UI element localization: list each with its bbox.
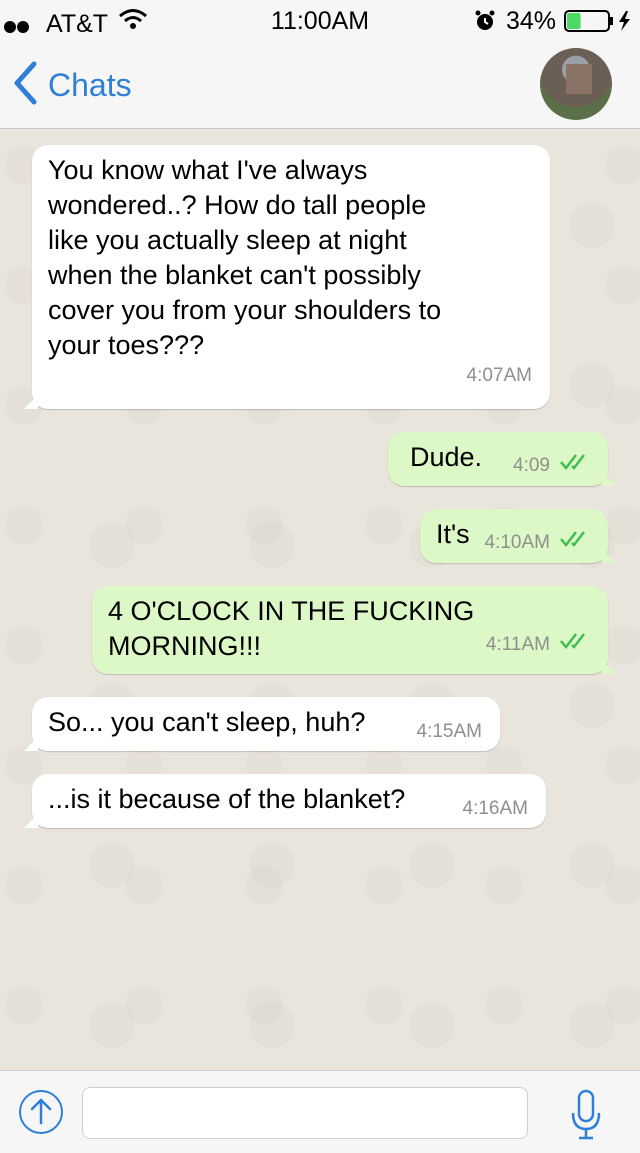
message-time: 4:11AM: [485, 634, 550, 655]
composer-bar: [0, 1070, 640, 1153]
message-bubble-outgoing[interactable]: Dude. 4:09: [388, 432, 616, 486]
message-time: 4:10AM: [484, 532, 550, 553]
microphone-icon[interactable]: [570, 1089, 602, 1141]
bubble-tail: [602, 549, 616, 563]
contact-avatar[interactable]: [540, 48, 612, 120]
double-check-icon: [560, 525, 590, 560]
message-time: 4:16AM: [462, 798, 528, 819]
battery-charging-icon: [564, 10, 636, 39]
double-check-icon: [560, 448, 590, 483]
message-input[interactable]: [82, 1087, 528, 1139]
alarm-clock-icon: [474, 10, 496, 39]
message-bubble-incoming[interactable]: ...is it because of the blanket? 4:16AM: [24, 774, 546, 828]
double-check-icon: [560, 627, 590, 662]
message-text: ...is it because of the blanket?: [48, 784, 406, 814]
message-text: It's: [436, 519, 470, 549]
message-text: 4 O'CLOCK IN THE FUCKING MORNING!!!: [108, 596, 475, 661]
bubble-tail: [24, 814, 38, 828]
chevron-left-icon: [12, 61, 38, 110]
message-bubble-incoming[interactable]: You know what I've always wondered..? Ho…: [24, 145, 550, 409]
bubble-tail: [602, 660, 616, 674]
message-text: You know what I've always wondered..? Ho…: [48, 155, 442, 360]
bubble-tail: [602, 472, 616, 486]
message-text: Dude.: [410, 442, 483, 472]
message-time: 4:09: [513, 455, 550, 476]
bubble-tail: [24, 737, 38, 751]
back-label: Chats: [48, 66, 132, 103]
message-text: So... you can't sleep, huh?: [48, 707, 366, 737]
status-bar: AT&T 11:00AM 34%: [0, 0, 640, 40]
message-time: 4:15AM: [416, 721, 482, 742]
message-time: 4:07AM: [466, 365, 532, 386]
message-list[interactable]: You know what I've always wondered..? Ho…: [0, 129, 640, 1070]
message-bubble-outgoing[interactable]: It's 4:10AM: [420, 509, 616, 563]
upload-arrow-icon[interactable]: [18, 1089, 64, 1135]
battery-percentage: 34%: [506, 7, 557, 35]
message-bubble-incoming[interactable]: So... you can't sleep, huh? 4:15AM: [24, 697, 500, 751]
message-bubble-outgoing[interactable]: 4 O'CLOCK IN THE FUCKING MORNING!!! 4:11…: [92, 586, 616, 674]
bubble-tail: [24, 395, 38, 409]
chat-header: Chats: [0, 40, 640, 129]
back-button[interactable]: Chats: [12, 61, 132, 110]
